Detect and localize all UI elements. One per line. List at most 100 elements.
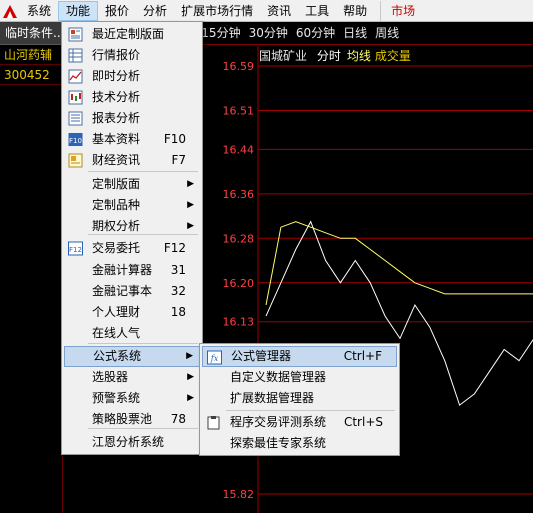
function-menu-item-7[interactable]: 定制版面 ▶ xyxy=(64,174,200,195)
function-menu: 最近定制版面行情报价即时分析技术分析报表分析 F10 基本资料 F10 财经资讯 F7 定制… xyxy=(61,21,203,455)
function-menu-item-16[interactable]: 选股器 ▶ xyxy=(64,367,200,388)
report-icon xyxy=(68,111,83,126)
stock-code[interactable]: 300452 xyxy=(0,65,62,85)
menu-item-label: 公式管理器 xyxy=(231,349,292,363)
menu-item-shortcut: 31 xyxy=(170,263,186,277)
menu-help[interactable]: 帮助 xyxy=(336,1,374,21)
candlestick-icon xyxy=(68,90,83,105)
period-tab-4[interactable]: 30分钟 xyxy=(245,22,292,45)
menu-item-label: 选股器 xyxy=(92,370,129,384)
y-tick-label: 16.20 xyxy=(223,277,255,290)
menu-item-label: 江恩分析系统 xyxy=(92,435,165,449)
menu-separator xyxy=(88,171,198,172)
menu-separator xyxy=(226,410,395,411)
function-menu-item-8[interactable]: 定制品种 ▶ xyxy=(64,195,200,216)
menu-function[interactable]: 功能 xyxy=(58,0,99,21)
function-menu-item-2[interactable]: 即时分析 xyxy=(64,66,200,87)
chart-mode-label: 分时 xyxy=(316,49,341,63)
function-menu-item-17[interactable]: 预警系统 ▶ xyxy=(64,388,200,409)
menu-item-shortcut: Ctrl+F xyxy=(343,349,382,363)
menu-item-label: 金融计算器 xyxy=(92,263,153,277)
chart-volume-label: 成交量 xyxy=(374,49,411,63)
clipboard-icon xyxy=(206,415,221,430)
average-line xyxy=(265,221,533,306)
period-tab-5[interactable]: 60分钟 xyxy=(292,22,339,45)
menu-item-label: 金融记事本 xyxy=(92,284,153,298)
function-menu-item-1[interactable]: 行情报价 xyxy=(64,45,200,66)
menu-item-shortcut: F12 xyxy=(163,241,186,255)
chart-avg-label: 均线 xyxy=(346,49,371,63)
menu-tools[interactable]: 工具 xyxy=(298,1,336,21)
y-tick-label: 16.13 xyxy=(223,316,255,329)
y-tick-label: 16.59 xyxy=(223,60,255,73)
period-tab-7[interactable]: 周线 xyxy=(371,22,403,45)
y-tick-label: 16.44 xyxy=(223,143,255,156)
menu-item-label: 在线人气 xyxy=(92,326,141,340)
svg-text:F12: F12 xyxy=(69,246,82,254)
function-menu-item-12[interactable]: 金融记事本 32 xyxy=(64,281,200,302)
menu-item-label: 定制版面 xyxy=(92,177,141,191)
stock-name[interactable]: 山河药辅 xyxy=(0,45,62,65)
menu-item-label: 公式系统 xyxy=(93,349,142,363)
menu-quote[interactable]: 报价 xyxy=(98,1,136,21)
f10-icon: F10 xyxy=(68,132,83,147)
f12-icon: F12 xyxy=(68,241,83,256)
recent-layout-icon xyxy=(68,27,83,42)
menu-item-shortcut: F7 xyxy=(171,153,186,167)
menu-system[interactable]: 系统 xyxy=(20,1,58,21)
formula-submenu-item-3[interactable]: 程序交易评测系统 Ctrl+S xyxy=(202,412,397,433)
menu-news[interactable]: 资讯 xyxy=(260,1,298,21)
menu-item-shortcut: 18 xyxy=(170,305,186,319)
period-tab-3[interactable]: 15分钟 xyxy=(197,22,244,45)
menu-item-label: 交易委托 xyxy=(92,241,141,255)
function-menu-item-11[interactable]: 金融计算器 31 xyxy=(64,260,200,281)
menu-separator xyxy=(88,428,198,429)
formula-submenu-item-4[interactable]: 探索最佳专家系统 xyxy=(202,433,397,454)
market-button[interactable]: 市场 xyxy=(380,0,425,21)
menu-item-label: 自定义数据管理器 xyxy=(230,370,327,384)
formula-submenu-item-1[interactable]: 自定义数据管理器 xyxy=(202,367,397,388)
formula-fx-icon: fx xyxy=(207,350,222,365)
menu-item-label: 个人理财 xyxy=(92,305,141,319)
app-logo[interactable] xyxy=(0,0,20,22)
menu-item-shortcut: 32 xyxy=(170,284,186,298)
menu-separator xyxy=(88,234,198,235)
temp-condition-header[interactable]: 临时条件... xyxy=(0,22,62,45)
formula-submenu-item-0[interactable]: fx 公式管理器 Ctrl+F xyxy=(202,346,397,367)
submenu-arrow-icon: ▶ xyxy=(187,372,194,382)
function-menu-item-5[interactable]: F10 基本资料 F10 xyxy=(64,129,200,150)
submenu-arrow-icon: ▶ xyxy=(187,200,194,210)
menu-item-shortcut: F10 xyxy=(163,132,186,146)
menu-item-label: 探索最佳专家系统 xyxy=(230,436,327,450)
y-tick-label: 16.51 xyxy=(223,104,255,117)
y-tick-label: 16.28 xyxy=(223,232,255,245)
menu-extended-market[interactable]: 扩展市场行情 xyxy=(174,1,260,21)
formula-submenu-item-2[interactable]: 扩展数据管理器 xyxy=(202,388,397,409)
function-menu-item-10[interactable]: F12 交易委托 F12 xyxy=(64,238,200,259)
menu-item-label: 定制品种 xyxy=(92,198,141,212)
menu-item-label: 技术分析 xyxy=(92,90,141,104)
function-menu-item-13[interactable]: 个人理财 18 xyxy=(64,302,200,323)
svg-text:fx: fx xyxy=(210,354,219,363)
chart-stock-label: 国城矿业 xyxy=(259,49,308,63)
function-menu-item-6[interactable]: 财经资讯 F7 xyxy=(64,150,200,171)
function-menu-item-18[interactable]: 策略股票池 78 xyxy=(64,409,200,430)
menu-item-label: 报表分析 xyxy=(92,111,141,125)
stock-list-panel: 临时条件... 山河药辅 300452 xyxy=(0,22,62,513)
function-menu-item-0[interactable]: 最近定制版面 xyxy=(64,24,200,45)
function-menu-item-3[interactable]: 技术分析 xyxy=(64,87,200,108)
realtime-chart-icon xyxy=(68,69,83,84)
menu-item-label: 策略股票池 xyxy=(92,412,153,426)
function-menu-item-19[interactable]: 江恩分析系统 xyxy=(64,432,200,453)
menu-analysis[interactable]: 分析 xyxy=(136,1,174,21)
svg-text:F10: F10 xyxy=(69,137,82,145)
menu-item-shortcut: Ctrl+S xyxy=(343,415,383,429)
function-menu-item-14[interactable]: 在线人气 xyxy=(64,323,200,344)
period-tab-6[interactable]: 日线 xyxy=(339,22,371,45)
menu-separator xyxy=(88,343,198,344)
function-menu-item-15[interactable]: 公式系统 ▶ xyxy=(64,346,200,367)
menu-item-label: 行情报价 xyxy=(92,48,141,62)
news-icon xyxy=(68,153,83,168)
function-menu-item-4[interactable]: 报表分析 xyxy=(64,108,200,129)
menu-item-label: 财经资讯 xyxy=(92,153,141,167)
